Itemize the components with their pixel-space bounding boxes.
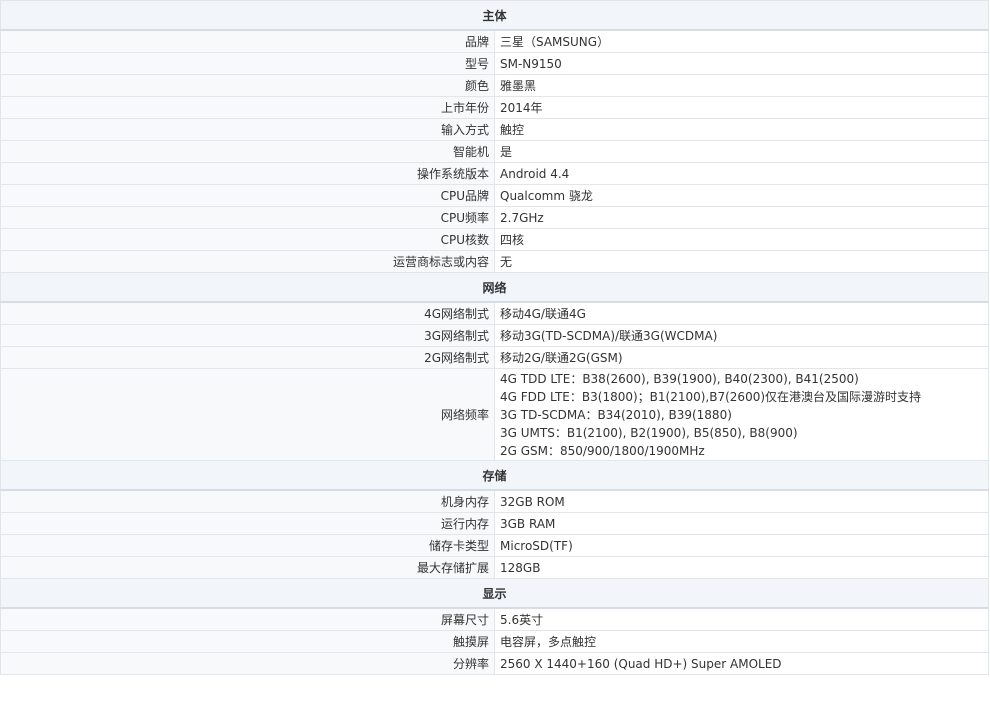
spec-row: 4G网络制式 移动4G/联通4G	[0, 301, 989, 325]
spec-row: 储存卡类型 MicroSD(TF)	[0, 534, 989, 557]
spec-label: 4G网络制式	[0, 301, 495, 325]
spec-row: 触摸屏 电容屏，多点触控	[0, 630, 989, 653]
spec-value: 2014年	[494, 96, 989, 119]
spec-label: 上市年份	[0, 96, 495, 119]
spec-label: CPU品牌	[0, 184, 495, 207]
spec-value: 32GB ROM	[494, 489, 989, 513]
spec-label: CPU核数	[0, 228, 495, 251]
spec-label: 最大存储扩展	[0, 556, 495, 579]
spec-value: 三星（SAMSUNG）	[494, 29, 989, 53]
section-header-row: 主体	[0, 0, 989, 31]
spec-value-line: 2G GSM：850/900/1800/1900MHz	[500, 443, 705, 458]
spec-value: 移动3G(TD-SCDMA)/联通3G(WCDMA)	[494, 324, 989, 347]
spec-row: 操作系统版本 Android 4.4	[0, 162, 989, 185]
spec-table-body: 主体 品牌 三星（SAMSUNG） 型号 SM-N9150 颜色 雅墨黑 上市年份 2014年输…	[0, 0, 989, 675]
spec-label: 机身内存	[0, 489, 495, 513]
spec-value: MicroSD(TF)	[494, 534, 989, 557]
spec-label: 储存卡类型	[0, 534, 495, 557]
spec-value: 雅墨黑	[494, 74, 989, 97]
spec-row: 颜色 雅墨黑	[0, 74, 989, 97]
spec-row: 品牌 三星（SAMSUNG）	[0, 29, 989, 53]
spec-row: 网络频率 4G TDD LTE：B38(2600), B39(1900), B40…	[0, 368, 989, 461]
spec-value: 128GB	[494, 556, 989, 579]
spec-value: 5.6英寸	[494, 607, 989, 631]
spec-label: 2G网络制式	[0, 346, 495, 369]
spec-row: CPU核数 四核	[0, 228, 989, 251]
spec-label: 输入方式	[0, 118, 495, 141]
section-header-row: 网络	[0, 272, 989, 303]
spec-label: 品牌	[0, 29, 495, 53]
spec-value: 3GB RAM	[494, 512, 989, 535]
spec-label: 智能机	[0, 140, 495, 163]
section-title: 主体	[0, 0, 989, 31]
spec-value: Android 4.4	[494, 162, 989, 185]
spec-value-line: 4G TDD LTE：B38(2600), B39(1900), B40(230…	[500, 371, 859, 386]
spec-row: 分辨率 2560 X 1440+160 (Quad HD+) Super AMOL…	[0, 652, 989, 675]
section-header-row: 显示	[0, 578, 989, 609]
section-title: 网络	[0, 272, 989, 303]
section-title: 显示	[0, 578, 989, 609]
spec-row: 3G网络制式 移动3G(TD-SCDMA)/联通3G(WCDMA)	[0, 324, 989, 347]
section-header-row: 存储	[0, 460, 989, 491]
spec-value: 四核	[494, 228, 989, 251]
spec-row: 2G网络制式 移动2G/联通2G(GSM)	[0, 346, 989, 369]
spec-row: 运行内存 3GB RAM	[0, 512, 989, 535]
spec-label: 网络频率	[0, 368, 495, 461]
spec-row: 运营商标志或内容无	[0, 250, 989, 273]
spec-row: 型号 SM-N9150	[0, 52, 989, 75]
spec-label: 型号	[0, 52, 495, 75]
spec-row: 最大存储扩展 128GB	[0, 556, 989, 579]
spec-value: Qualcomm 骁龙	[494, 184, 989, 207]
spec-table: 主体 品牌 三星（SAMSUNG） 型号 SM-N9150 颜色 雅墨黑 上市年份 2014年输…	[0, 0, 989, 675]
spec-value-line: 3G TD-SCDMA：B34(2010), B39(1880)	[500, 407, 732, 422]
spec-value: 是	[494, 140, 989, 163]
spec-value-line: 4G FDD LTE：B3(1800)；B1(2100),B7(2600)仅在港…	[500, 389, 922, 404]
spec-row: CPU品牌 Qualcomm 骁龙	[0, 184, 989, 207]
spec-row: CPU频率 2.7GHz	[0, 206, 989, 229]
spec-value: 4G TDD LTE：B38(2600), B39(1900), B40(230…	[494, 368, 989, 461]
spec-label: 运行内存	[0, 512, 495, 535]
spec-row: 机身内存 32GB ROM	[0, 489, 989, 513]
spec-value: 电容屏，多点触控	[494, 630, 989, 653]
spec-label: 分辨率	[0, 652, 495, 675]
spec-label: 颜色	[0, 74, 495, 97]
spec-value: 移动4G/联通4G	[494, 301, 989, 325]
spec-value: 2.7GHz	[494, 206, 989, 229]
spec-label: 运营商标志或内容	[0, 250, 495, 273]
spec-value: 无	[494, 250, 989, 273]
spec-label: 屏幕尺寸	[0, 607, 495, 631]
section-title: 存储	[0, 460, 989, 491]
spec-label: 触摸屏	[0, 630, 495, 653]
spec-value-line: 3G UMTS：B1(2100), B2(1900), B5(850), B8(…	[500, 425, 798, 440]
spec-label: 操作系统版本	[0, 162, 495, 185]
spec-row: 屏幕尺寸 5.6英寸	[0, 607, 989, 631]
spec-row: 上市年份 2014年	[0, 96, 989, 119]
spec-value: 移动2G/联通2G(GSM)	[494, 346, 989, 369]
spec-row: 输入方式 触控	[0, 118, 989, 141]
spec-label: CPU频率	[0, 206, 495, 229]
spec-value: 触控	[494, 118, 989, 141]
spec-value: 2560 X 1440+160 (Quad HD+) Super AMOLED	[494, 652, 989, 675]
spec-value: SM-N9150	[494, 52, 989, 75]
spec-label: 3G网络制式	[0, 324, 495, 347]
spec-row: 智能机是	[0, 140, 989, 163]
